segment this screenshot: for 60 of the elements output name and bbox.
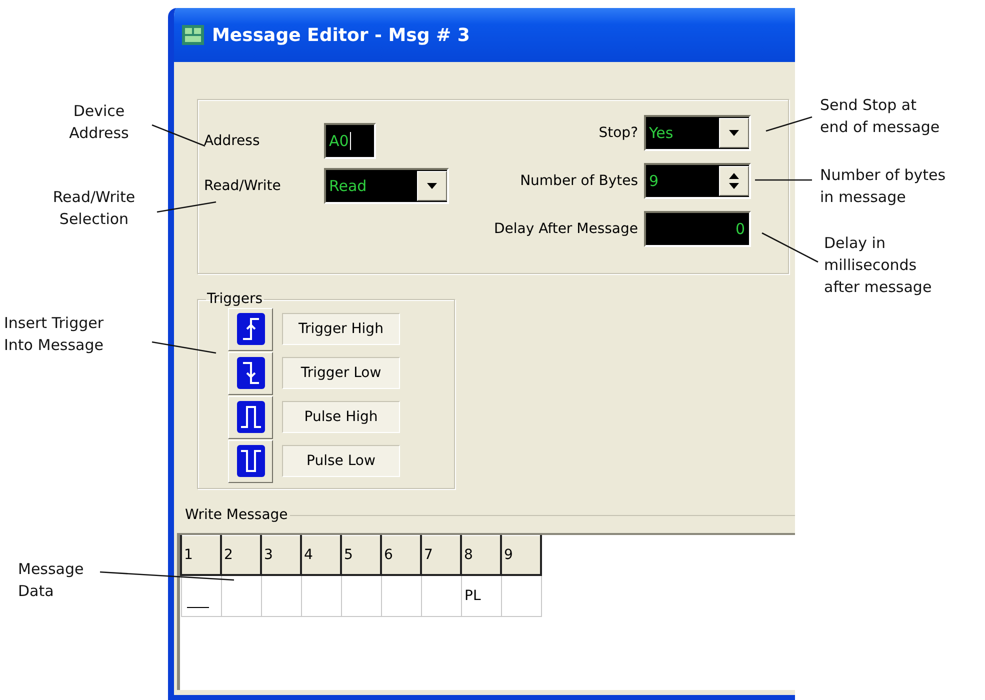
delay-field[interactable]: 0 xyxy=(644,210,751,246)
callout-label: Send Stop at end of message xyxy=(820,95,941,138)
rising-edge-icon xyxy=(236,313,266,345)
falling-edge-icon xyxy=(236,357,266,389)
trigger-label: Pulse Low xyxy=(282,445,400,477)
callout-label: Number of bytes in message xyxy=(820,165,947,208)
caret-icon xyxy=(729,130,739,136)
column-header: 5 xyxy=(341,536,381,575)
bytes-spinner[interactable]: 9 xyxy=(644,162,751,198)
column-header: 2 xyxy=(221,536,261,575)
stop-label: Stop? xyxy=(598,124,638,140)
leader-line xyxy=(156,201,216,213)
low-pulse-icon xyxy=(236,445,266,477)
grid-cell[interactable] xyxy=(181,575,221,616)
grid-cell[interactable]: PL xyxy=(461,575,501,616)
callout-label: Message Data xyxy=(18,559,85,602)
write-message-title: Write Message xyxy=(184,507,289,523)
trigger-label: Trigger Low xyxy=(282,357,400,389)
grid-cell[interactable] xyxy=(301,575,341,616)
grid-cell[interactable] xyxy=(261,575,301,616)
leader-line xyxy=(755,179,812,181)
grid-cell[interactable] xyxy=(381,575,421,616)
app-icon xyxy=(182,25,204,45)
leader-line xyxy=(762,232,818,263)
callout-label: Read/Write Selection xyxy=(52,187,136,230)
delay-label: Delay After Message xyxy=(494,220,638,236)
column-header: 8 xyxy=(461,536,501,575)
address-field[interactable]: A0 xyxy=(324,123,376,159)
stop-dropdown[interactable]: Yes xyxy=(644,114,751,150)
trigger-label: Pulse High xyxy=(282,401,400,433)
column-header: 1 xyxy=(181,536,221,575)
leader-line xyxy=(152,341,216,354)
grid-cell[interactable] xyxy=(501,575,541,616)
column-header: 9 xyxy=(501,536,541,575)
read-write-dropdown[interactable]: Read xyxy=(324,168,449,204)
spin-arrows-icon xyxy=(729,172,739,188)
triggers-title: Triggers xyxy=(206,291,264,307)
column-header: 6 xyxy=(381,536,421,575)
trigger-button[interactable] xyxy=(228,308,273,350)
callout-label: Delay in milliseconds after message xyxy=(824,233,933,298)
callout-label: Insert Trigger Into Message xyxy=(4,313,105,356)
trigger-button[interactable] xyxy=(228,396,273,438)
leader-line xyxy=(152,124,206,147)
leader-line xyxy=(766,116,812,132)
callout-label: Device Address xyxy=(68,101,130,144)
trigger-button[interactable] xyxy=(228,440,273,482)
high-pulse-icon xyxy=(236,401,266,433)
caret-icon xyxy=(427,183,437,189)
grid-cell[interactable] xyxy=(421,575,461,616)
column-header: 4 xyxy=(301,536,341,575)
grid-cell[interactable] xyxy=(341,575,381,616)
bytes-label: Number of Bytes xyxy=(520,172,638,188)
window-title: Message Editor - Msg # 3 xyxy=(212,24,470,46)
column-header: 3 xyxy=(261,536,301,575)
read-write-label: Read/Write xyxy=(204,178,282,194)
trigger-button[interactable] xyxy=(228,352,273,394)
trigger-label: Trigger High xyxy=(282,313,400,345)
address-label: Address xyxy=(204,133,261,149)
grid-cell[interactable] xyxy=(221,575,261,616)
column-header: 7 xyxy=(421,536,461,575)
